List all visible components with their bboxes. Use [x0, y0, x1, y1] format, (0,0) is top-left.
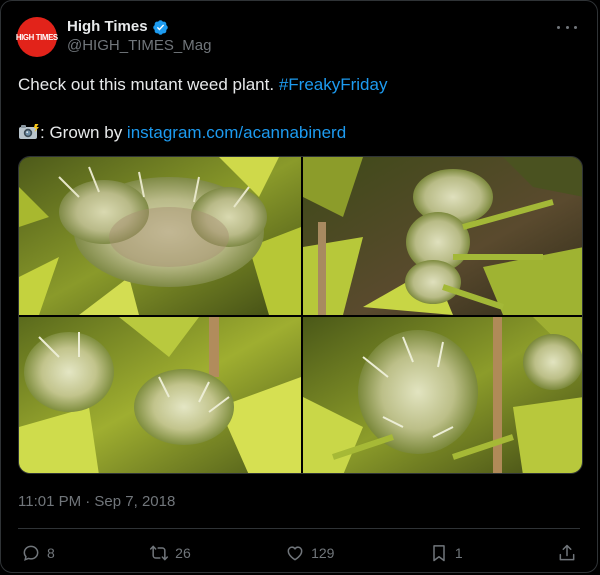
name-row: High Times: [67, 18, 211, 36]
retweet-icon: [150, 545, 169, 561]
bookmark-button[interactable]: 1: [429, 543, 463, 563]
hashtag-link[interactable]: #FreakyFriday: [279, 75, 388, 94]
tweet-timestamp[interactable]: 11:01 PM · Sep 7, 2018: [18, 493, 175, 510]
grown-by-label: : Grown by: [40, 123, 127, 142]
tweet-text: Check out this mutant weed plant.: [18, 75, 279, 94]
media-gallery: [18, 156, 583, 474]
avatar-logo-text: HIGH TIMES: [16, 32, 58, 42]
more-options-icon[interactable]: [557, 21, 577, 33]
like-button[interactable]: 129: [285, 543, 334, 563]
reply-button[interactable]: 8: [21, 543, 55, 563]
media-photo-2[interactable]: [303, 157, 582, 315]
like-count: 129: [311, 545, 335, 561]
tweet-body: Check out this mutant weed plant. #Freak…: [18, 74, 581, 144]
bookmark-icon: [433, 545, 445, 562]
share-icon: [559, 544, 575, 561]
avatar[interactable]: HIGH TIMES: [16, 17, 58, 57]
media-photo-1[interactable]: [19, 157, 301, 315]
reply-icon: [23, 545, 39, 561]
reply-count: 8: [47, 545, 55, 561]
tweet-line-2: : Grown by instagram.com/acannabinerd: [18, 122, 581, 144]
heart-icon: [287, 546, 303, 561]
credit-link[interactable]: instagram.com/acannabinerd: [127, 123, 346, 142]
bookmark-count: 1: [454, 545, 463, 561]
action-bar: 8 26 129 1: [21, 541, 577, 565]
tweet-header: HIGH TIMES High Times @HIGH_TIMES_Mag: [16, 17, 581, 59]
retweet-button[interactable]: 26: [149, 543, 191, 563]
tweet-line-1: Check out this mutant weed plant. #Freak…: [18, 74, 581, 96]
display-name[interactable]: High Times: [67, 18, 148, 36]
divider: [18, 528, 580, 529]
media-photo-3[interactable]: [19, 317, 301, 473]
handle[interactable]: @HIGH_TIMES_Mag: [67, 36, 211, 56]
author-names: High Times @HIGH_TIMES_Mag: [67, 17, 211, 56]
tweet-card: HIGH TIMES High Times @HIGH_TIMES_Mag Ch…: [0, 0, 598, 573]
retweet-count: 26: [175, 545, 191, 561]
verified-badge-icon: [152, 19, 168, 35]
camera-flash-icon: [19, 124, 39, 139]
media-photo-4[interactable]: [303, 317, 582, 473]
share-button[interactable]: [557, 543, 577, 563]
